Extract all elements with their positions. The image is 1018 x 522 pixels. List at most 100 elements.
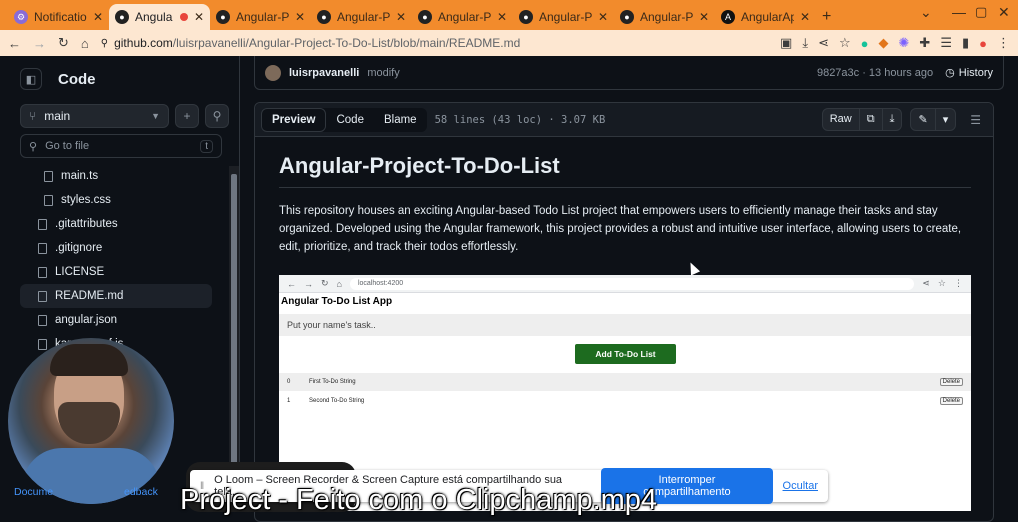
- sidebar-scroll-thumb[interactable]: [231, 174, 237, 504]
- menu-icon[interactable]: ⋮: [997, 35, 1010, 51]
- forward-icon: →: [304, 278, 313, 289]
- hide-button[interactable]: Ocultar: [783, 480, 818, 492]
- copy-icon[interactable]: ⧉: [860, 109, 883, 130]
- home-icon[interactable]: ⌂: [81, 36, 89, 51]
- git-branch-icon: ⑂: [29, 109, 37, 123]
- browser-tab[interactable]: ● Angular-P ✕: [614, 4, 715, 30]
- close-tab-icon[interactable]: ✕: [497, 10, 507, 24]
- commit-sha-time[interactable]: 9827a3c · 13 hours ago: [817, 67, 933, 79]
- minimize-icon[interactable]: —: [952, 4, 966, 20]
- back-icon[interactable]: ←: [8, 36, 21, 51]
- close-tab-icon[interactable]: ✕: [295, 10, 305, 24]
- file-header: Preview Code Blame 58 lines (43 loc) · 3…: [255, 103, 993, 137]
- browser-tab[interactable]: ● Angular-P ✕: [513, 4, 614, 30]
- tree-file[interactable]: main.ts: [20, 164, 212, 188]
- address-bar: ← → ↻ ⌂ ⚲ github.com/luisrpavanelli/Angu…: [0, 30, 1018, 56]
- footer-feedback-link[interactable]: edback: [124, 486, 158, 498]
- embedded-task-input: Put your name's task..: [279, 314, 971, 336]
- avatar[interactable]: [265, 64, 281, 81]
- tab-title: Angular-P: [438, 10, 491, 24]
- reload-icon[interactable]: ↻: [58, 35, 69, 51]
- grammarly-icon[interactable]: ●: [861, 36, 869, 51]
- back-icon: ←: [287, 278, 296, 289]
- readme-heading: Angular-Project-To-Do-List: [279, 153, 971, 188]
- tab-title: Angular-P: [640, 10, 693, 24]
- forward-icon[interactable]: →: [33, 36, 46, 51]
- download-icon[interactable]: ⤓: [883, 109, 902, 130]
- github-tab-icon: ●: [216, 10, 230, 24]
- caret-down-icon: ▼: [151, 111, 160, 121]
- browser-tab[interactable]: ⚙ Notificatio ✕: [8, 4, 109, 30]
- close-window-icon[interactable]: ✕: [998, 4, 1010, 21]
- close-tab-icon[interactable]: ✕: [699, 10, 709, 24]
- close-tab-icon[interactable]: ✕: [93, 10, 103, 24]
- footer-docs-link[interactable]: Docume: [14, 486, 53, 498]
- tree-file[interactable]: .gitignore: [20, 236, 212, 260]
- row-text: First To-Do String: [309, 379, 356, 385]
- url-field[interactable]: ⚲ github.com/luisrpavanelli/Angular-Proj…: [101, 33, 701, 53]
- commit-author[interactable]: luisrpavanelli: [289, 67, 359, 79]
- puzzle-icon[interactable]: ✚: [919, 35, 930, 51]
- tree-file[interactable]: styles.css: [20, 188, 212, 212]
- github-tab-icon: ●: [418, 10, 432, 24]
- tab-title: Angular-P: [337, 10, 390, 24]
- github-tab-icon: ●: [317, 10, 331, 24]
- go-to-file-input[interactable]: ⚲ Go to file t: [20, 134, 222, 158]
- view-mode-tabs: Preview Code Blame: [261, 107, 427, 132]
- browser-tab[interactable]: A AngularAp ✕: [715, 4, 816, 30]
- file-icon: [38, 266, 47, 278]
- reading-list-icon[interactable]: ☰: [940, 35, 952, 51]
- close-tab-icon[interactable]: ✕: [800, 10, 810, 24]
- extension-gear-icon[interactable]: ✺: [899, 35, 910, 51]
- file-icon: [38, 338, 47, 350]
- commit-message[interactable]: modify: [367, 67, 399, 79]
- tree-file[interactable]: .gitattributes: [20, 212, 212, 236]
- maximize-icon[interactable]: ▢: [975, 4, 987, 20]
- reload-icon: ↻: [321, 278, 329, 288]
- file-icon: [44, 170, 53, 182]
- browser-tab-active[interactable]: ● Angula ✕: [109, 4, 210, 30]
- star-icon: ☆: [937, 278, 946, 288]
- share-icon[interactable]: ⋖: [818, 35, 829, 51]
- profile-avatar-icon[interactable]: ●: [979, 36, 987, 51]
- browser-tab[interactable]: ● Angular-P ✕: [210, 4, 311, 30]
- close-tab-icon[interactable]: ✕: [396, 10, 406, 24]
- browser-tab-strip: ⚙ Notificatio ✕ ● Angula ✕ ● Angular-P ✕…: [0, 0, 1018, 30]
- close-tab-icon[interactable]: ✕: [598, 10, 608, 24]
- angular-tab-icon: A: [721, 10, 735, 24]
- browser-tab[interactable]: ● Angular-P ✕: [311, 4, 412, 30]
- tab-blame[interactable]: Blame: [374, 109, 427, 131]
- embedded-todo-row: 0 First To-Do String Delete: [279, 373, 971, 391]
- browser-tab[interactable]: ● Angular-P ✕: [412, 4, 513, 30]
- collapse-sidebar-icon[interactable]: ◧: [20, 68, 42, 90]
- caret-down-icon[interactable]: ▾: [936, 109, 956, 130]
- tab-preview[interactable]: Preview: [261, 107, 327, 132]
- history-label: History: [958, 66, 993, 79]
- search-button[interactable]: ⚲: [205, 104, 229, 128]
- raw-button[interactable]: Raw: [823, 109, 860, 130]
- toolbar-extensions: ▣ ⤓ ⋖ ☆ ● ◆ ✺ ✚ ☰ ▮ ● ⋮: [780, 35, 1010, 51]
- add-file-button[interactable]: +: [175, 104, 199, 128]
- chevron-down-icon[interactable]: ⌄: [920, 4, 932, 21]
- install-icon[interactable]: ⤓: [802, 35, 808, 51]
- tab-title: Notificatio: [34, 10, 87, 24]
- tree-file-selected[interactable]: README.md: [20, 284, 212, 308]
- history-button[interactable]: ◷ History: [945, 66, 993, 80]
- outline-list-icon[interactable]: ☰: [964, 113, 987, 127]
- edit-pencil-icon[interactable]: ✎: [911, 109, 936, 130]
- site-info-icon[interactable]: ⚲: [101, 38, 108, 49]
- tree-file[interactable]: angular.json: [20, 308, 212, 332]
- tab-code[interactable]: Code: [326, 109, 374, 131]
- close-tab-icon[interactable]: ✕: [194, 10, 204, 24]
- readme-content: Angular-Project-To-Do-List This reposito…: [279, 153, 971, 256]
- tree-file[interactable]: LICENSE: [20, 260, 212, 284]
- new-tab-button[interactable]: +: [816, 4, 846, 30]
- branch-selector[interactable]: ⑂ main ▼: [20, 104, 169, 128]
- file-icon: [38, 242, 47, 254]
- camera-icon[interactable]: ▣: [780, 35, 792, 51]
- embedded-browser-bar: ← → ↻ ⌂ localhost:4200 ⋖ ☆ ⋮: [279, 275, 971, 293]
- metamask-icon[interactable]: ◆: [879, 35, 889, 51]
- side-panel-icon[interactable]: ▮: [962, 35, 969, 51]
- bookmark-star-icon[interactable]: ☆: [839, 35, 851, 51]
- file-name: README.md: [55, 290, 124, 302]
